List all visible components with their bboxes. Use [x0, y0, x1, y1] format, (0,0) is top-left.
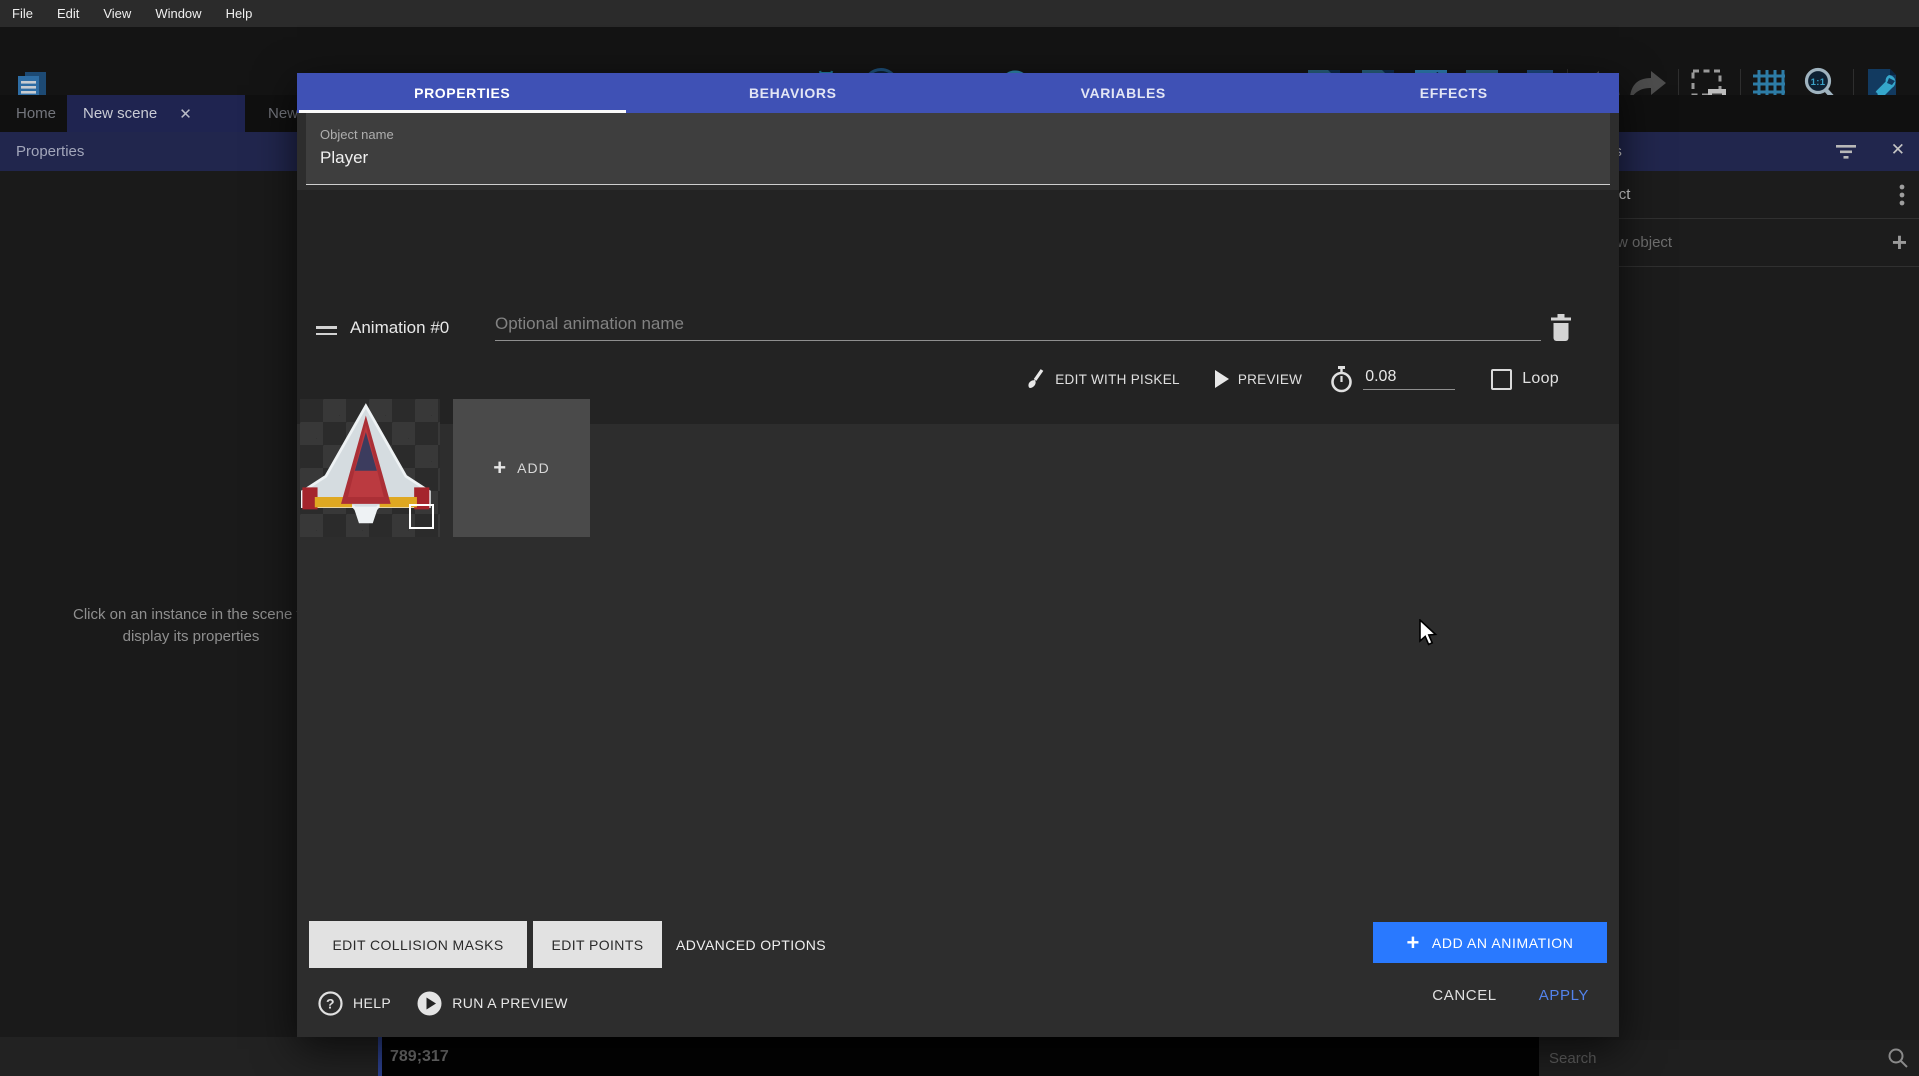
loop-label: Loop: [1522, 370, 1559, 388]
tab-behaviors[interactable]: BEHAVIORS: [628, 73, 959, 113]
dialog-footer-right: CANCEL APPLY: [1432, 987, 1589, 1004]
menu-file[interactable]: File: [0, 0, 45, 27]
tab-properties[interactable]: PROPERTIES: [297, 73, 628, 113]
stopwatch-icon: [1330, 366, 1353, 393]
bottom-left-strip: [0, 1037, 378, 1076]
animation-controls: EDIT WITH PISKEL PREVIEW Loop: [1026, 362, 1559, 396]
tab-effects[interactable]: EFFECTS: [1289, 73, 1620, 113]
add-frame-button[interactable]: + ADD: [453, 399, 590, 537]
cancel-button[interactable]: CANCEL: [1432, 987, 1496, 1004]
properties-panel-title: Properties: [16, 143, 84, 160]
dialog-tab-bar: PROPERTIES BEHAVIORS VARIABLES EFFECTS: [297, 73, 1619, 113]
animation-frames-row: + ADD: [300, 399, 590, 537]
frame-select-checkbox[interactable]: [409, 504, 434, 529]
run-a-preview-button[interactable]: RUN A PREVIEW: [417, 991, 568, 1016]
scene-canvas-strip: 789;317: [382, 1037, 1539, 1076]
object-name-section: Object name: [306, 113, 1610, 185]
animation-block: Animation #0 EDIT WITH PISKEL: [297, 190, 1619, 424]
play-circle-icon: [417, 991, 442, 1016]
brush-icon: [1026, 368, 1046, 390]
time-between-frames-input[interactable]: [1363, 368, 1455, 390]
edit-points-button[interactable]: EDIT POINTS: [533, 921, 662, 968]
close-tab-icon[interactable]: ✕: [179, 105, 192, 123]
filter-icon[interactable]: [1835, 142, 1857, 160]
dialog-footer-left: ? HELP RUN A PREVIEW: [318, 983, 568, 1023]
apply-button[interactable]: APPLY: [1539, 987, 1589, 1004]
help-button[interactable]: ? HELP: [318, 991, 391, 1016]
svg-text:?: ?: [326, 995, 335, 1011]
tab-variables[interactable]: VARIABLES: [958, 73, 1289, 113]
help-icon: ?: [318, 991, 343, 1016]
object-name-input[interactable]: [320, 148, 1596, 168]
animation-title: Animation #0: [350, 318, 449, 338]
search-input[interactable]: [1549, 1050, 1887, 1067]
plus-icon: +: [493, 455, 507, 481]
preview-animation-button[interactable]: PREVIEW: [1214, 370, 1302, 388]
object-name-label: Object name: [320, 127, 1596, 142]
play-icon: [1214, 370, 1229, 388]
mouse-cursor: [1418, 619, 1438, 647]
search-icon: [1887, 1047, 1909, 1069]
animation-name-input[interactable]: [495, 314, 1541, 341]
object-menu-icon[interactable]: [1899, 184, 1905, 206]
add-an-animation-button[interactable]: + ADD AN ANIMATION: [1373, 922, 1607, 963]
delete-animation-icon[interactable]: [1549, 314, 1573, 342]
frame-thumbnail[interactable]: [300, 399, 440, 537]
tab-new-scene[interactable]: New scene ✕: [67, 95, 245, 132]
svg-text:1:1: 1:1: [1811, 77, 1826, 88]
menu-edit[interactable]: Edit: [45, 0, 91, 27]
edit-with-piskel-button[interactable]: EDIT WITH PISKEL: [1026, 368, 1180, 390]
drag-handle-icon[interactable]: [316, 326, 337, 336]
add-object-plus-icon: +: [1892, 227, 1907, 258]
menu-view[interactable]: View: [91, 0, 143, 27]
objects-search-bar: [1539, 1040, 1919, 1076]
advanced-options-button[interactable]: ADVANCED OPTIONS: [676, 921, 826, 968]
menu-bar: File Edit View Window Help: [0, 0, 1919, 27]
cursor-coordinates: 789;317: [390, 1048, 449, 1066]
panel-edge-divider: [378, 1037, 382, 1076]
loop-checkbox[interactable]: [1491, 369, 1512, 390]
menu-help[interactable]: Help: [214, 0, 265, 27]
edit-collision-masks-button[interactable]: EDIT COLLISION MASKS: [309, 921, 527, 968]
object-editor-dialog: PROPERTIES BEHAVIORS VARIABLES EFFECTS O…: [297, 73, 1619, 1037]
close-panel-icon[interactable]: ✕: [1891, 140, 1905, 160]
tab-home[interactable]: Home: [0, 95, 72, 132]
plus-icon: +: [1406, 930, 1419, 956]
menu-window[interactable]: Window: [143, 0, 213, 27]
